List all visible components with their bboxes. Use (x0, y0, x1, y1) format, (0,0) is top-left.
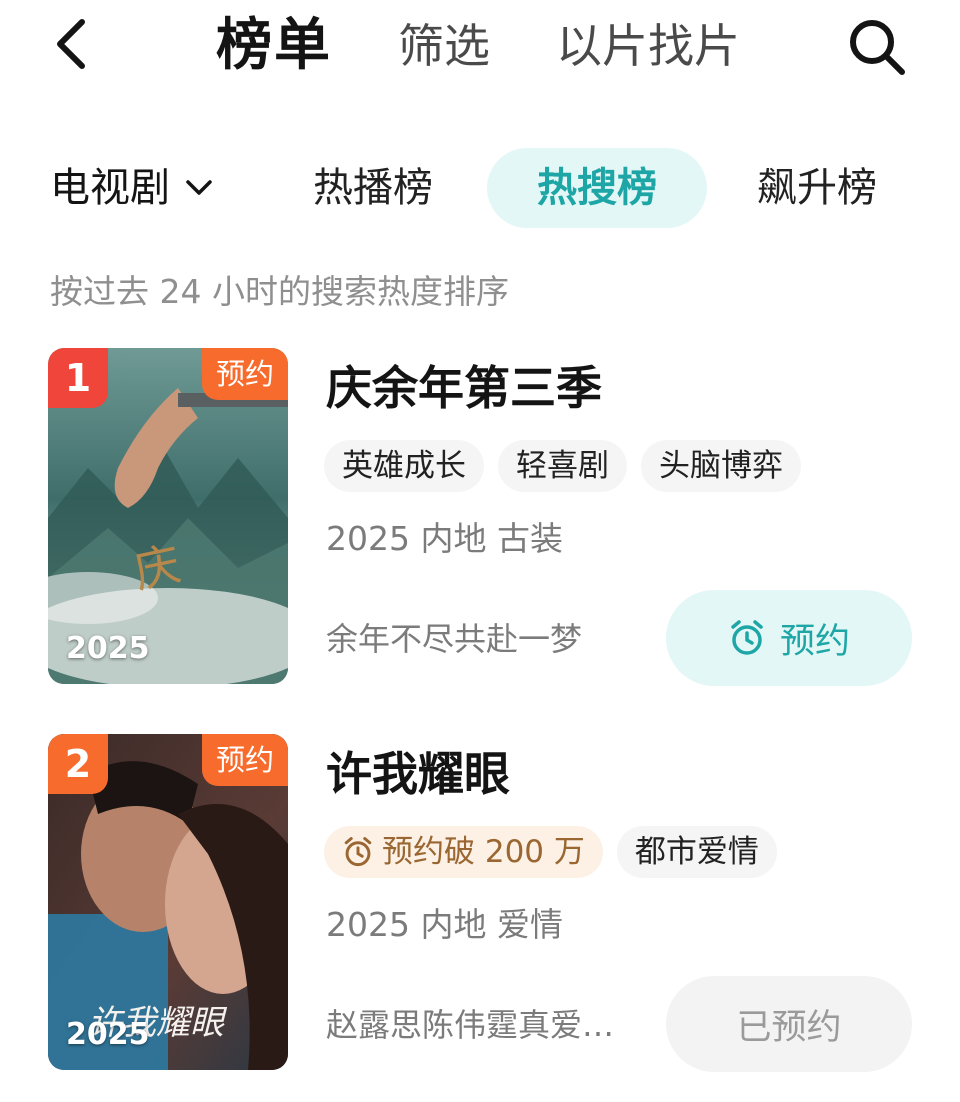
ranking-description: 按过去 24 小时的搜索热度排序 (50, 272, 509, 311)
back-arrow-icon[interactable] (48, 14, 98, 74)
category-label: 电视剧 (50, 165, 170, 211)
genre-tag: 都市爱情 (616, 826, 777, 878)
tab-find-by-film[interactable]: 以片找片 (556, 14, 740, 78)
item-meta: 2025 内地 古装 (326, 519, 563, 558)
pill-hot-play[interactable]: 热播榜 (290, 148, 456, 228)
alarm-clock-icon (731, 620, 763, 655)
category-dropdown[interactable]: 电视剧 (50, 162, 214, 214)
item-title[interactable]: 庆余年第三季 (326, 358, 602, 418)
chevron-down-icon (186, 180, 212, 195)
pill-rising[interactable]: 飙升榜 (734, 148, 900, 228)
reserve-badge: 预约 (201, 348, 288, 400)
alarm-clock-icon (344, 837, 372, 867)
rank-badge: 2 (48, 734, 108, 794)
genre-tag: 英雄成长 (324, 440, 484, 492)
pill-hot-search[interactable]: 热搜榜 (487, 148, 707, 228)
reserve-badge: 预约 (201, 734, 288, 786)
poster-year: 2025 (66, 1017, 150, 1052)
search-icon[interactable] (846, 16, 908, 78)
page-title: 榜单 (216, 13, 332, 78)
top-bar: 榜单 筛选 以片找片 (0, 0, 960, 100)
genre-tag: 头脑博弈 (641, 440, 801, 492)
rank-badge: 1 (48, 348, 108, 408)
item-meta: 2025 内地 爱情 (326, 905, 563, 944)
item-slogan: 余年不尽共赴一梦 (326, 620, 583, 658)
tab-filter[interactable]: 筛选 (398, 14, 490, 78)
reservation-count-label: 预约破 200 万 (382, 834, 585, 870)
tag-list: 英雄成长 轻喜剧 头脑博弈 (324, 440, 801, 492)
poster-image[interactable]: 许我耀眼 2 预约 2025 (48, 734, 288, 1070)
reserved-button-label: 已预约 (736, 1007, 842, 1048)
reserve-button[interactable]: 预约 (666, 590, 912, 686)
item-title[interactable]: 许我耀眼 (326, 744, 510, 804)
reserve-button-label: 预约 (779, 621, 850, 662)
filter-row: 电视剧 热播榜 热搜榜 飙升榜 (0, 140, 960, 230)
tag-list: 预约破 200 万 都市爱情 (324, 826, 777, 878)
reservation-count-tag: 预约破 200 万 (324, 826, 603, 878)
poster-year: 2025 (66, 631, 150, 666)
genre-tag: 轻喜剧 (498, 440, 627, 492)
item-slogan: 赵露思陈伟霆真爱… (326, 1006, 615, 1044)
poster-image[interactable]: 庆 1 预约 2025 (48, 348, 288, 684)
reserved-button[interactable]: 已预约 (666, 976, 912, 1072)
